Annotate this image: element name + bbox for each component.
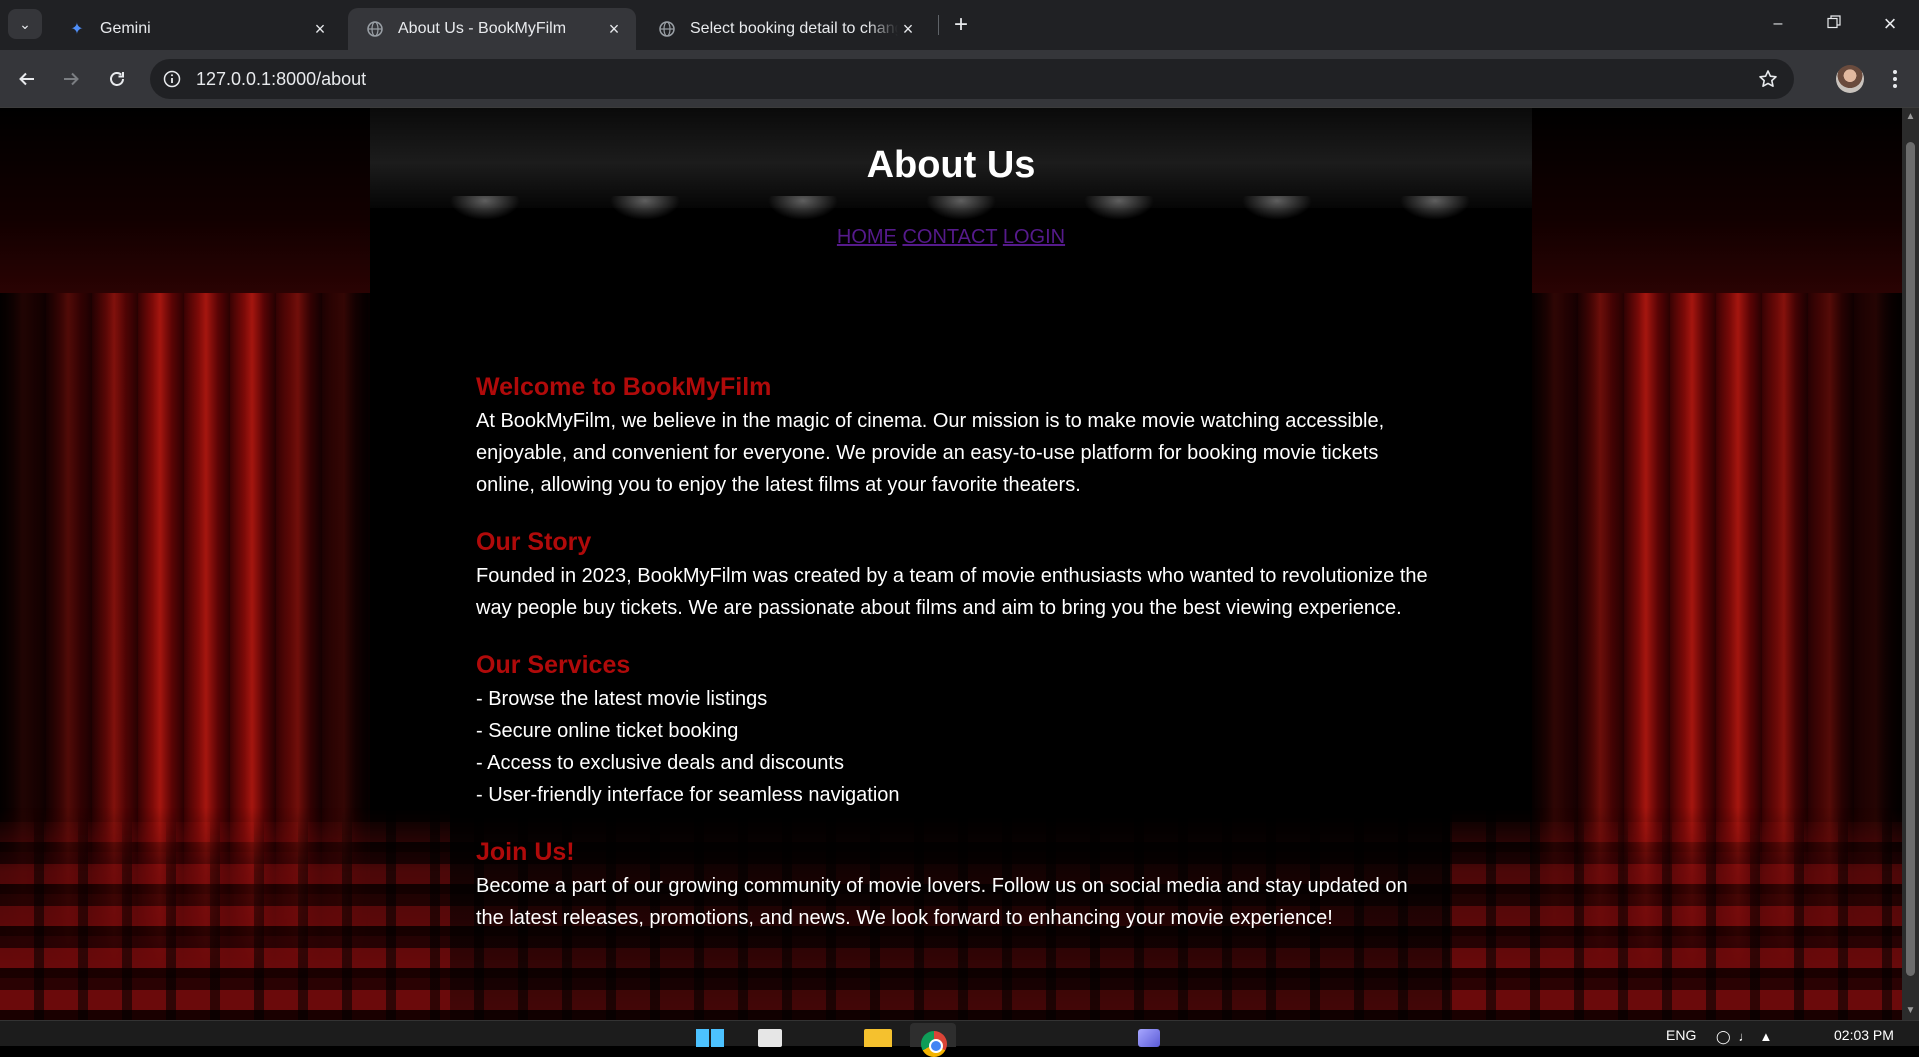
back-button[interactable] (10, 62, 44, 96)
reload-button[interactable] (100, 62, 134, 96)
globe-icon (366, 20, 384, 38)
page-scrollbar[interactable]: ▲ ▼ (1902, 108, 1919, 1020)
ceiling-light (610, 196, 680, 220)
clock-time[interactable]: 02:03 PM (1834, 1027, 1894, 1043)
ceiling-light (1242, 196, 1312, 220)
gemini-sparkle-icon: ✦ (70, 21, 84, 38)
section-body-welcome: At BookMyFilm, we believe in the magic o… (476, 410, 1385, 496)
chrome-icon (921, 1031, 947, 1057)
tab-gemini[interactable]: ✦ Gemini × (50, 8, 342, 50)
ceiling-light (1084, 196, 1154, 220)
windows-start-icon[interactable] (696, 1029, 724, 1047)
tab-search-button[interactable]: ⌄ (8, 9, 42, 39)
close-icon[interactable]: × (310, 19, 330, 39)
globe-icon (658, 20, 676, 38)
list-item: - User-friendly interface for seamless n… (476, 784, 900, 806)
minimize-icon: – (1773, 15, 1783, 32)
nav-link-contact[interactable]: CONTACT (902, 226, 997, 248)
close-icon: × (1883, 11, 1897, 36)
taskbar-chrome-button[interactable] (910, 1023, 956, 1057)
new-tab-button[interactable]: + (948, 11, 974, 38)
tab-title: Select booking detail to change (690, 20, 898, 37)
minimize-button[interactable]: – (1750, 0, 1806, 48)
about-content: Welcome to BookMyFilm At BookMyFilm, we … (476, 372, 1436, 960)
notepad-icon[interactable] (758, 1029, 782, 1047)
address-bar[interactable]: 127.0.0.1:8000/about (150, 59, 1794, 99)
forward-button[interactable] (54, 62, 88, 96)
list-item: - Browse the latest movie listings (476, 688, 768, 710)
section-heading-services: Our Services (476, 651, 631, 679)
site-nav: HOME CONTACT LOGIN (0, 226, 1902, 249)
list-item: - Access to exclusive deals and discount… (476, 752, 844, 774)
section-heading-welcome: Welcome to BookMyFilm (476, 373, 772, 401)
bookmark-star-icon[interactable] (1758, 69, 1778, 94)
browser-menu-button[interactable] (1878, 62, 1912, 96)
file-explorer-icon[interactable] (864, 1029, 892, 1047)
tab-about-us[interactable]: About Us - BookMyFilm × (348, 8, 636, 50)
scroll-down-icon[interactable]: ▼ (1905, 1006, 1916, 1016)
section-body-join: Become a part of our growing community o… (476, 875, 1408, 929)
scroll-up-icon[interactable]: ▲ (1905, 112, 1916, 122)
system-tray-icons[interactable]: ◯♩▲ (1716, 1029, 1780, 1045)
section-heading-join: Join Us! (476, 838, 575, 866)
url-text[interactable]: 127.0.0.1:8000/about (196, 69, 366, 90)
close-icon[interactable]: × (898, 19, 918, 39)
list-item: - Secure online ticket booking (476, 720, 739, 742)
close-icon[interactable]: × (604, 19, 624, 39)
more-vertical-icon (1893, 70, 1897, 88)
browser-tab-strip: ⌄ ✦ Gemini × About Us - BookMyFilm × Sel… (0, 0, 1919, 50)
section-heading-story: Our Story (476, 528, 592, 556)
chevron-down-icon: ⌄ (19, 15, 31, 32)
language-indicator[interactable]: ENG (1666, 1027, 1696, 1043)
nav-link-home[interactable]: HOME (837, 226, 897, 248)
ceiling-light (768, 196, 838, 220)
tab-title: About Us - BookMyFilm (398, 20, 567, 37)
tab-title: Gemini (100, 20, 151, 37)
site-info-icon[interactable] (152, 59, 192, 99)
ceiling-light (1400, 196, 1470, 220)
restore-button[interactable] (1806, 0, 1862, 48)
close-window-button[interactable]: × (1862, 0, 1918, 48)
ceiling-light (926, 196, 996, 220)
tab-separator (938, 15, 939, 35)
curtain-valance-left (0, 108, 370, 293)
page-title: About Us (866, 144, 1036, 186)
section-body-story: Founded in 2023, BookMyFilm was created … (476, 565, 1428, 619)
profile-avatar[interactable] (1836, 65, 1864, 93)
plus-icon: + (953, 11, 968, 38)
back-arrow-icon (19, 72, 34, 86)
ceiling-light (450, 196, 520, 220)
page-viewport: About Us HOME CONTACT LOGIN Welcome to B… (0, 108, 1902, 1020)
app-icon[interactable] (1138, 1029, 1160, 1047)
forward-arrow-icon (64, 72, 79, 86)
os-taskbar: ENG ◯♩▲ 02:03 PM (0, 1020, 1919, 1057)
browser-toolbar: 127.0.0.1:8000/about (0, 50, 1919, 108)
services-list: - Browse the latest movie listings - Sec… (476, 683, 1436, 811)
scrollbar-thumb[interactable] (1906, 142, 1915, 976)
tab-select-booking[interactable]: Select booking detail to change × (640, 8, 930, 50)
restore-icon (1827, 14, 1841, 34)
reload-icon (110, 72, 124, 86)
curtain-valance-right (1532, 108, 1902, 293)
nav-link-login[interactable]: LOGIN (1003, 226, 1065, 248)
